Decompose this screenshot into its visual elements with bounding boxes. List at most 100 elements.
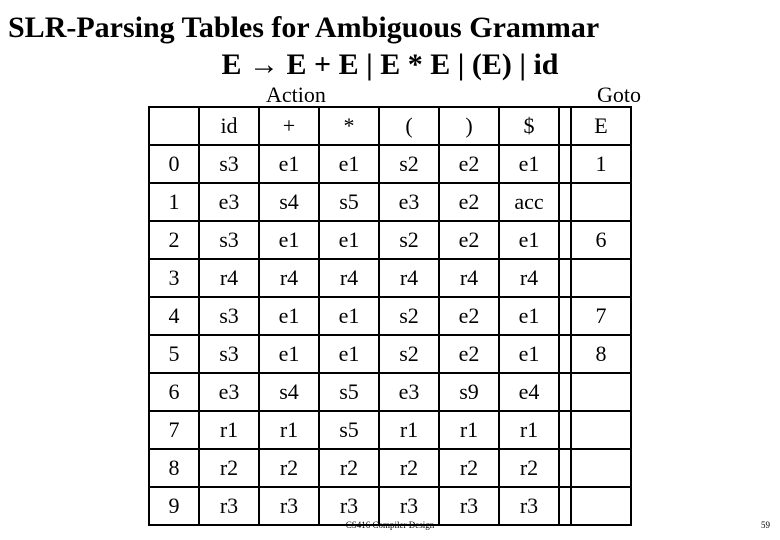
cell-action: s3: [199, 221, 259, 259]
cell-goto: 7: [571, 297, 631, 335]
slide-title: SLR-Parsing Tables for Ambiguous Grammar: [0, 0, 780, 46]
header-id: id: [199, 107, 259, 145]
cell-action: e3: [379, 183, 439, 221]
cell-action: e1: [499, 221, 559, 259]
header-dollar: $: [499, 107, 559, 145]
cell-action: e1: [259, 145, 319, 183]
cell-action: s5: [319, 373, 379, 411]
cell-action: e2: [439, 297, 499, 335]
cell-state: 5: [149, 335, 199, 373]
parsing-table: id + * ( ) $ E 0s3e1e1s2e2e111e3s4s5e3e2…: [148, 106, 632, 526]
cell-action: r4: [499, 259, 559, 297]
cell-sep: [559, 259, 571, 297]
cell-state: 7: [149, 411, 199, 449]
cell-action: s2: [379, 335, 439, 373]
header-sep: [559, 107, 571, 145]
cell-action: r1: [379, 411, 439, 449]
cell-action: e3: [199, 183, 259, 221]
cell-action: e3: [379, 373, 439, 411]
cell-sep: [559, 145, 571, 183]
header-state: [149, 107, 199, 145]
cell-action: r2: [259, 449, 319, 487]
table-row: 5s3e1e1s2e2e18: [149, 335, 631, 373]
cell-action: e3: [199, 373, 259, 411]
cell-action: r1: [439, 411, 499, 449]
cell-action: r2: [499, 449, 559, 487]
cell-action: r2: [379, 449, 439, 487]
cell-state: 6: [149, 373, 199, 411]
cell-action: r2: [439, 449, 499, 487]
cell-action: e1: [259, 297, 319, 335]
header-E: E: [571, 107, 631, 145]
cell-action: s2: [379, 221, 439, 259]
header-star: *: [319, 107, 379, 145]
cell-action: r1: [499, 411, 559, 449]
cell-sep: [559, 411, 571, 449]
cell-action: r1: [199, 411, 259, 449]
cell-goto: 8: [571, 335, 631, 373]
cell-action: s5: [319, 183, 379, 221]
cell-action: e2: [439, 183, 499, 221]
section-labels: Action Goto: [0, 82, 780, 108]
label-action: Action: [266, 82, 326, 108]
cell-action: e1: [319, 145, 379, 183]
grammar-line: E → E + E | E * E | (E) | id: [0, 48, 780, 82]
header-row: id + * ( ) $ E: [149, 107, 631, 145]
cell-goto: [571, 183, 631, 221]
cell-action: e1: [319, 335, 379, 373]
table-row: 0s3e1e1s2e2e11: [149, 145, 631, 183]
cell-action: s3: [199, 145, 259, 183]
cell-action: s3: [199, 335, 259, 373]
table-row: 6e3s4s5e3s9e4: [149, 373, 631, 411]
cell-action: r4: [259, 259, 319, 297]
table-row: 2s3e1e1s2e2e16: [149, 221, 631, 259]
cell-goto: 6: [571, 221, 631, 259]
cell-action: r4: [379, 259, 439, 297]
cell-action: e1: [319, 297, 379, 335]
cell-action: r2: [319, 449, 379, 487]
cell-action: s3: [199, 297, 259, 335]
cell-action: e1: [259, 221, 319, 259]
cell-state: 0: [149, 145, 199, 183]
cell-action: e1: [499, 145, 559, 183]
cell-action: s9: [439, 373, 499, 411]
cell-goto: [571, 259, 631, 297]
cell-sep: [559, 221, 571, 259]
cell-state: 1: [149, 183, 199, 221]
cell-action: s5: [319, 411, 379, 449]
cell-sep: [559, 297, 571, 335]
cell-action: e1: [319, 221, 379, 259]
cell-action: r4: [199, 259, 259, 297]
cell-action: r2: [199, 449, 259, 487]
table-row: 8r2r2r2r2r2r2: [149, 449, 631, 487]
table-row: 3r4r4r4r4r4r4: [149, 259, 631, 297]
table-row: 1e3s4s5e3e2acc: [149, 183, 631, 221]
cell-action: e2: [439, 221, 499, 259]
cell-action: acc: [499, 183, 559, 221]
cell-goto: [571, 373, 631, 411]
cell-state: 3: [149, 259, 199, 297]
cell-sep: [559, 183, 571, 221]
cell-goto: [571, 411, 631, 449]
label-goto: Goto: [597, 82, 641, 108]
header-rpar: ): [439, 107, 499, 145]
cell-state: 4: [149, 297, 199, 335]
cell-action: s2: [379, 145, 439, 183]
header-plus: +: [259, 107, 319, 145]
cell-action: e2: [439, 145, 499, 183]
cell-action: r4: [319, 259, 379, 297]
cell-action: e1: [499, 335, 559, 373]
cell-sep: [559, 449, 571, 487]
cell-action: e1: [499, 297, 559, 335]
header-lpar: (: [379, 107, 439, 145]
cell-state: 2: [149, 221, 199, 259]
cell-action: s2: [379, 297, 439, 335]
cell-sep: [559, 373, 571, 411]
cell-action: r4: [439, 259, 499, 297]
table-row: 7r1r1s5r1r1r1: [149, 411, 631, 449]
cell-sep: [559, 335, 571, 373]
cell-action: r1: [259, 411, 319, 449]
cell-action: s4: [259, 183, 319, 221]
cell-state: 8: [149, 449, 199, 487]
slide-footer: CS416 Compiler Design: [0, 520, 780, 530]
